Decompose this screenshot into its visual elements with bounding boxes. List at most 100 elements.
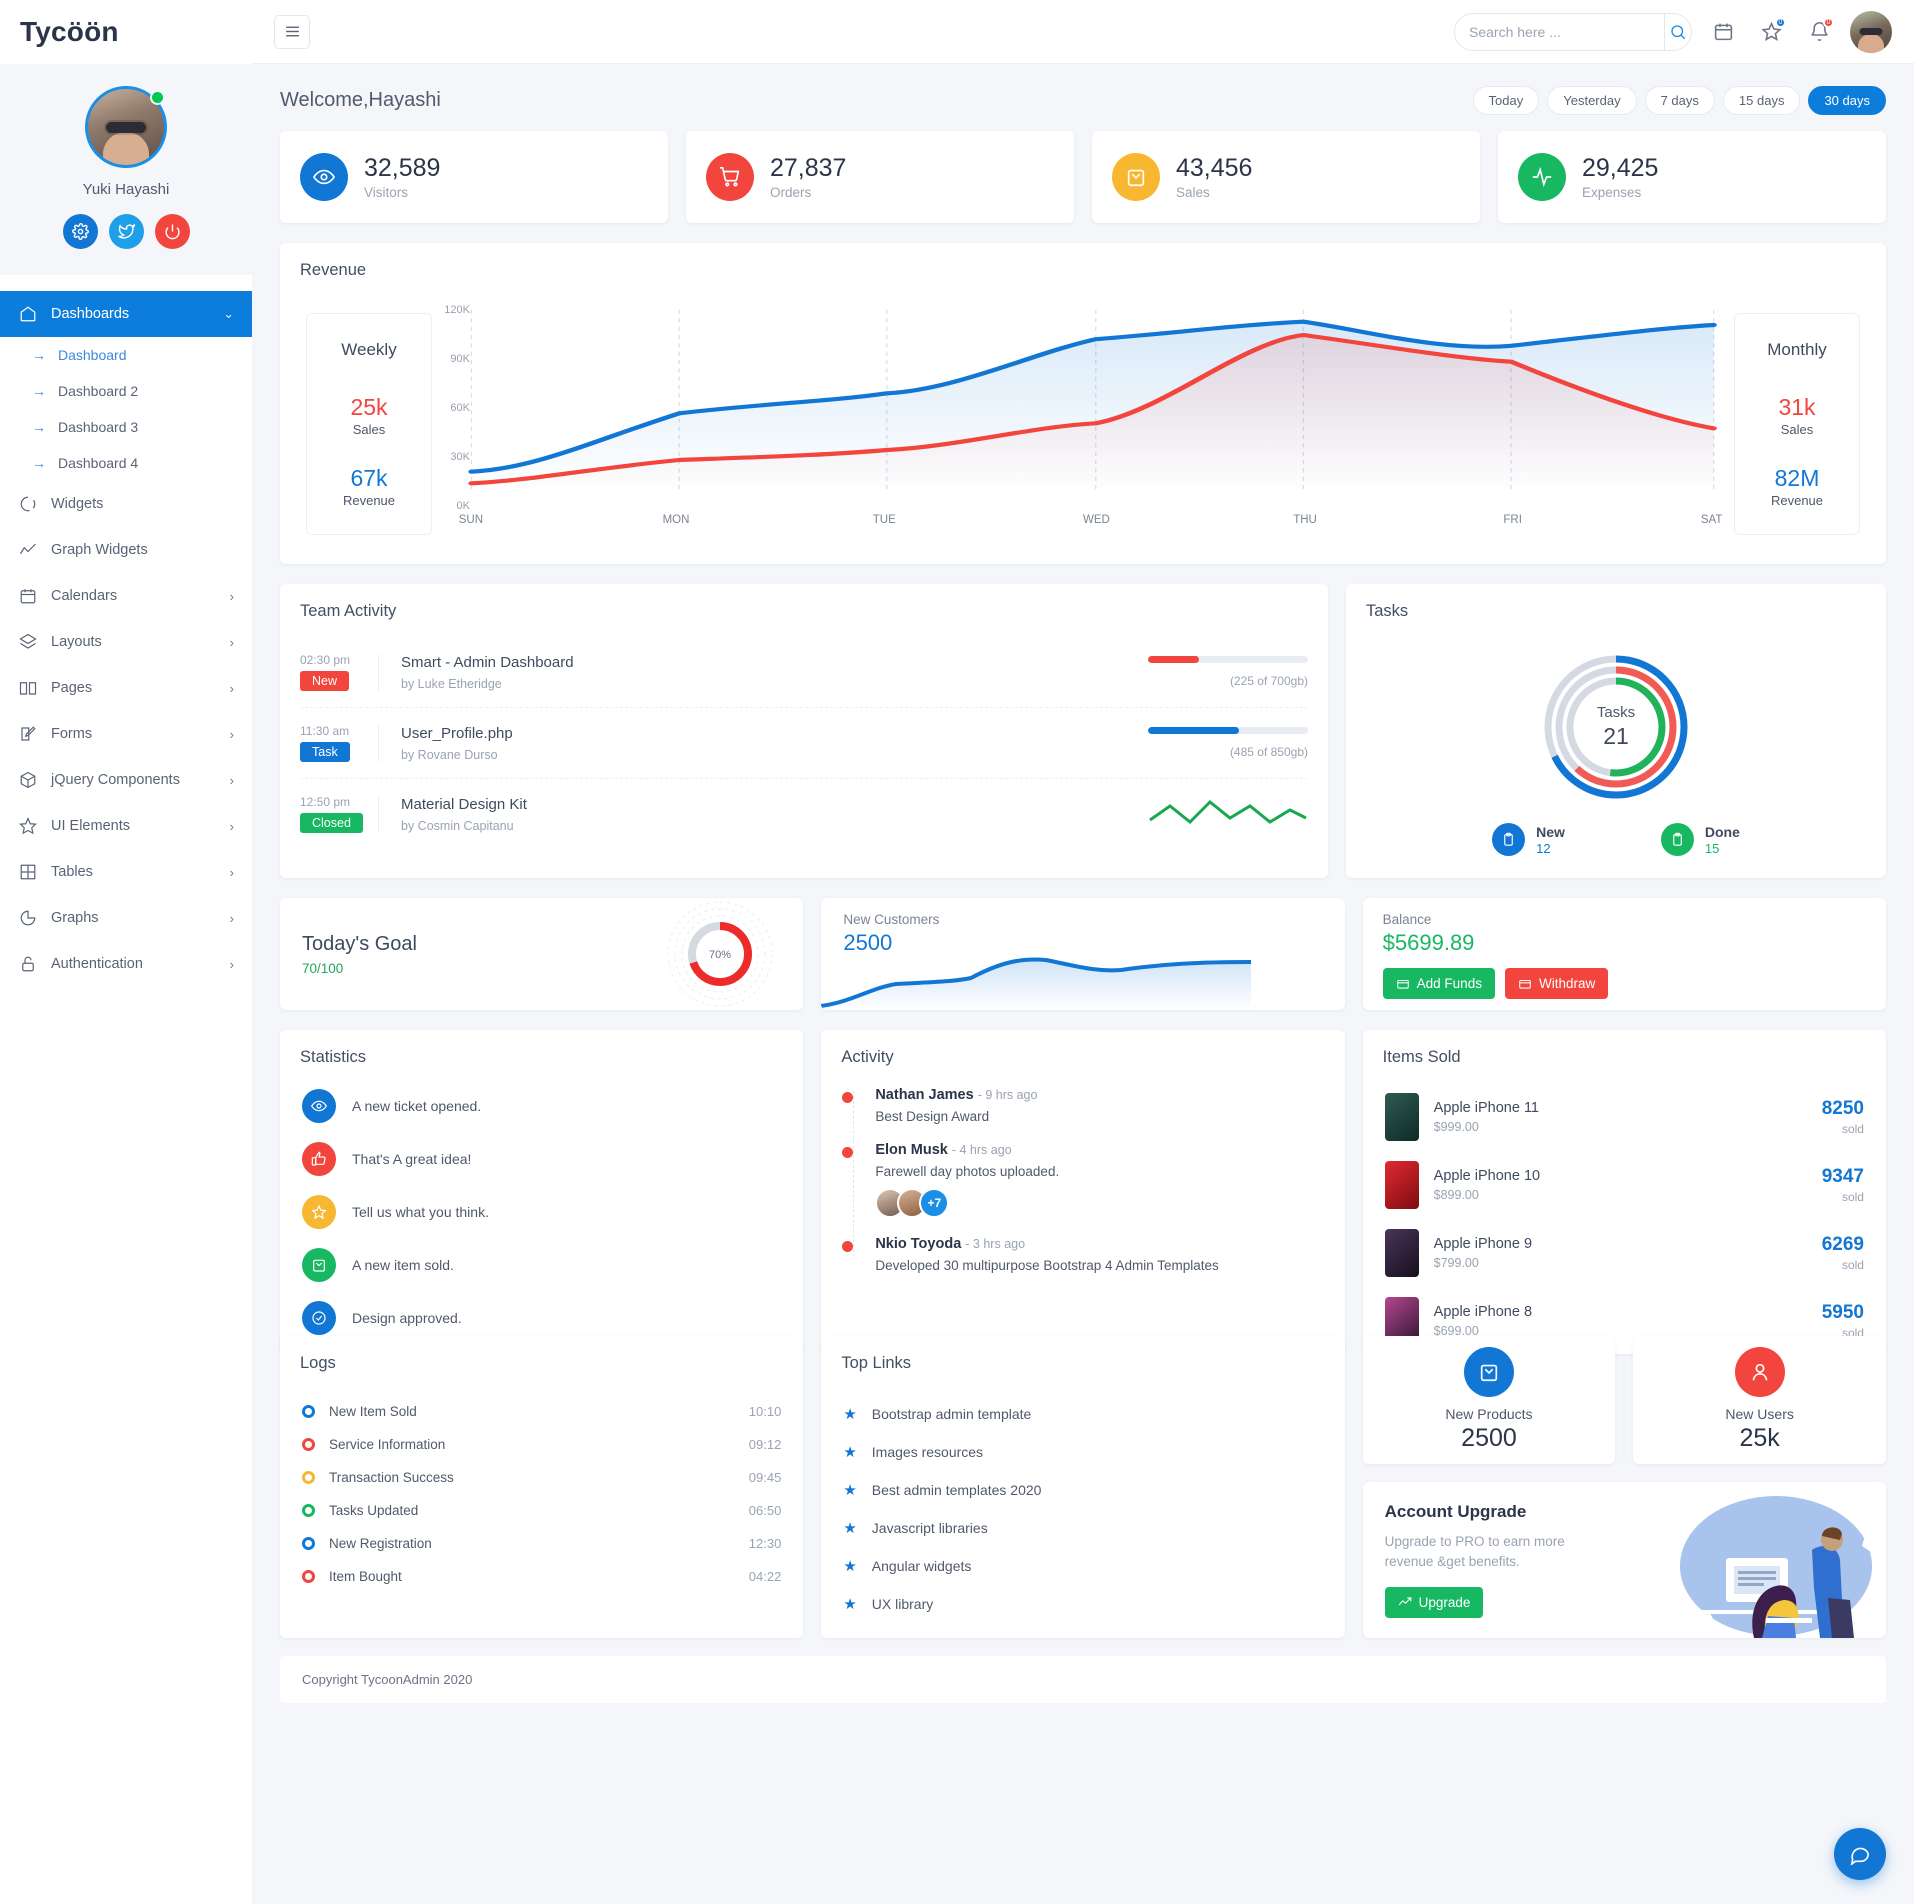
filter-15-days[interactable]: 15 days [1722,86,1801,115]
filter-7-days[interactable]: 7 days [1644,86,1715,115]
sidebar-item-dashboards[interactable]: Dashboards ⌄ [0,291,252,337]
sidebar-subitem-dashboard[interactable]: → Dashboard [0,337,252,373]
upgrade-button[interactable]: Upgrade [1384,1586,1484,1618]
bell-icon[interactable]: 0 [1802,15,1836,49]
trend-icon [18,540,38,560]
list-item[interactable]: ★ UX library [843,1585,1322,1623]
sidebar-item-tables[interactable]: Tables › [0,849,252,895]
list-item[interactable]: Tasks Updated 06:50 [302,1494,781,1527]
star-icon[interactable]: 0 [1754,15,1788,49]
avatar[interactable] [85,86,167,168]
stat-card-orders[interactable]: 27,837 Orders [686,131,1074,223]
donut-value: 21 [1603,723,1629,749]
stat-text: 29,425 Expenses [1582,154,1658,200]
topbar-avatar[interactable] [1850,10,1892,53]
sidebar-item-pages[interactable]: Pages › [0,665,252,711]
list-item[interactable]: Nkio Toyoda - 3 hrs ago Developed 30 mul… [842,1236,1322,1273]
brand-logo[interactable]: Tycöön [0,0,252,64]
list-item[interactable]: Transaction Success 09:45 [302,1461,781,1494]
new-products-card[interactable]: New Products 2500 [1362,1336,1616,1464]
list-item[interactable]: Item Bought 04:22 [302,1560,781,1593]
list-item[interactable]: ★ Images resources [843,1433,1322,1471]
add-funds-button[interactable]: Add Funds [1382,968,1495,999]
x-tick: THU [1293,514,1317,526]
sidebar-subitem-dashboard-3[interactable]: → Dashboard 3 [0,409,252,445]
list-item[interactable]: Tell us what you think. [302,1195,781,1229]
list-item[interactable]: ★ Angular widgets [843,1547,1322,1585]
list-item[interactable]: Service Information 09:12 [302,1428,781,1461]
list-item[interactable]: That's A great idea! [302,1142,781,1176]
legend-label: New [1536,823,1565,840]
table-row[interactable]: 12:50 pm Closed Material Design Kit by C… [300,779,1308,849]
sidebar-item-label: Pages [51,680,93,696]
sidebar-item-authentication[interactable]: Authentication › [0,941,252,987]
calendar-icon[interactable] [1706,15,1740,49]
star-icon: ★ [843,1444,857,1461]
list-item[interactable]: ★ Javascript libraries [843,1509,1322,1547]
stat-card-expenses[interactable]: 29,425 Expenses [1498,131,1886,223]
star-icon: ★ [843,1482,857,1499]
withdraw-button[interactable]: Withdraw [1504,968,1609,999]
new-users-card[interactable]: New Users 25k [1633,1336,1886,1464]
weekly-head: Weekly [341,340,397,359]
layers-icon [18,632,38,652]
sidebar-item-graph-widgets[interactable]: Graph Widgets [0,527,252,573]
logs-title: Logs [300,1354,336,1372]
filter-today[interactable]: Today [1472,86,1540,115]
twitter-icon[interactable] [108,214,144,249]
sidebar-item-calendars[interactable]: Calendars › [0,573,252,619]
product-price: $999.00 [1433,1120,1479,1134]
sidebar-item-jquery-components[interactable]: jQuery Components › [0,757,252,803]
list-item[interactable]: Design approved. [302,1301,781,1335]
activity-progress-col: (485 of 850gb) [1148,727,1308,759]
stats-activity-items-row: Statistics A new ticket opened. That's A… [280,1030,1886,1354]
gear-icon[interactable] [62,214,98,249]
power-icon[interactable] [154,214,190,249]
filter-30-days[interactable]: 30 days [1808,86,1886,115]
list-item[interactable]: Apple iPhone 10 $899.00 9347 sold [1384,1151,1864,1219]
search-icon[interactable] [1664,13,1691,50]
sidebar-subitem-dashboard-2[interactable]: → Dashboard 2 [0,373,252,409]
stat-card-sales[interactable]: 43,456 Sales [1092,131,1480,223]
withdraw-label: Withdraw [1538,976,1596,991]
stat-card-visitors[interactable]: 32,589 Visitors [280,131,668,223]
activity-body: Farewell day photos uploaded. [875,1164,1060,1179]
star-icon: ★ [843,1558,857,1575]
hamburger-icon[interactable] [274,14,310,49]
team-activity-list: 02:30 pm New Smart - Admin Dashboard by … [280,621,1328,861]
sidebar-item-graphs[interactable]: Graphs › [0,895,252,941]
tasks-card: Tasks Tasks 21 New 12 Done 15 [1346,584,1886,878]
avatar-overflow-count[interactable]: +7 [919,1188,950,1218]
sidebar-item-layouts[interactable]: Layouts › [0,619,252,665]
activity-body: Best Design Award [875,1109,990,1124]
legend-item-done[interactable]: Done 15 [1660,823,1740,856]
sidebar-subitem-dashboard-4[interactable]: → Dashboard 4 [0,445,252,481]
list-item[interactable]: A new ticket opened. [302,1089,781,1123]
revenue-title: Revenue [300,261,367,279]
list-item[interactable]: Apple iPhone 11 $999.00 8250 sold [1384,1083,1864,1151]
table-row[interactable]: 02:30 pm New Smart - Admin Dashboard by … [300,637,1308,708]
timeline-dot [842,1147,854,1158]
search-input[interactable] [1455,23,1664,40]
table-row[interactable]: 11:30 am Task User_Profile.php by Rovane… [300,708,1308,779]
weekly-box: Weekly 25k Sales 67k Revenue [306,313,432,535]
svg-text:70%: 70% [709,949,731,961]
list-item[interactable]: Nathan James - 9 hrs ago Best Design Awa… [842,1087,1322,1124]
page-title: Welcome,Hayashi [280,89,441,111]
chat-icon[interactable] [1834,1828,1886,1880]
list-item[interactable]: New Item Sold 10:10 [302,1395,781,1428]
list-item[interactable]: Elon Musk - 4 hrs ago Farewell day photo… [842,1142,1322,1218]
arrow-right-icon: → [32,347,46,363]
filter-yesterday[interactable]: Yesterday [1547,86,1637,115]
sidebar-item-forms[interactable]: Forms › [0,711,252,757]
sidebar-item-widgets[interactable]: Widgets [0,481,252,527]
right-column: New Products 2500 New Users 25k Account … [1362,1336,1886,1638]
list-item[interactable]: Apple iPhone 9 $799.00 6269 sold [1384,1219,1864,1287]
sidebar-item-ui-elements[interactable]: UI Elements › [0,803,252,849]
list-item[interactable]: ★ Bootstrap admin template [843,1395,1322,1433]
stat-cards: 32,589 Visitors 27,837 Orders 43,456 Sal… [280,131,1886,223]
legend-item-new[interactable]: New 12 [1492,823,1565,856]
list-item[interactable]: New Registration 12:30 [302,1527,781,1560]
list-item[interactable]: A new item sold. [302,1248,781,1282]
list-item[interactable]: ★ Best admin templates 2020 [843,1471,1322,1509]
